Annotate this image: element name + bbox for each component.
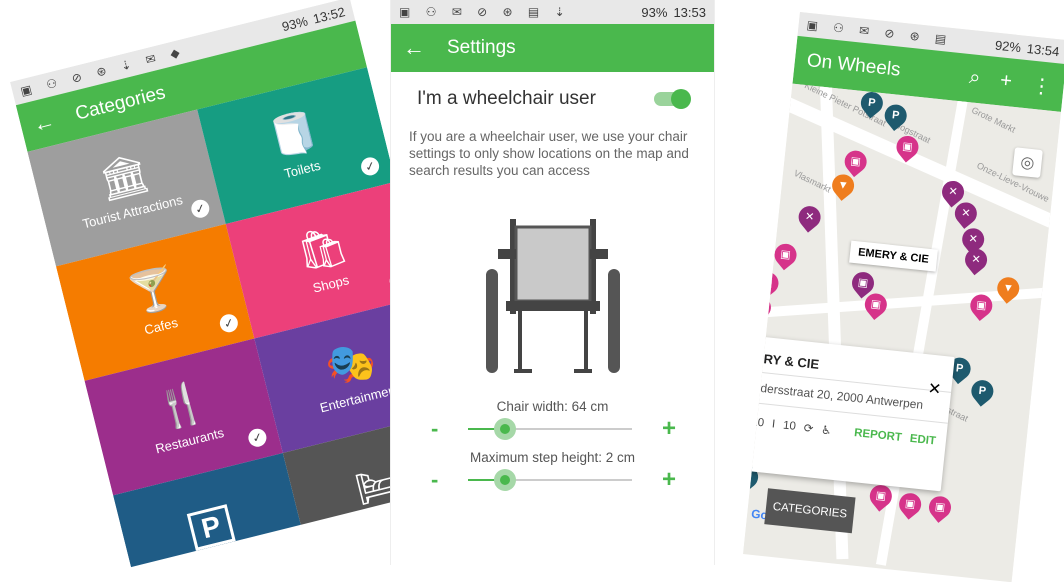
category-icon: 🛍 xyxy=(292,221,353,277)
page-title: Settings xyxy=(447,37,516,58)
place-callout[interactable]: EMERY & CIE xyxy=(849,240,938,272)
my-location-icon[interactable]: ◎ xyxy=(1012,147,1043,178)
search-icon[interactable]: ⌕ xyxy=(968,66,981,92)
shop-pin[interactable]: ▣ xyxy=(744,291,776,323)
check-icon: ✓ xyxy=(359,155,382,178)
check-icon: ✓ xyxy=(246,426,269,449)
map-screen: ▣ ⚇ ✉ ⊘ ⊛ ▤ 92% 13:54 On Wheels ⌕ + ⋮ Ho… xyxy=(743,12,1064,582)
wheelchair-icon xyxy=(485,219,620,373)
add-icon[interactable]: + xyxy=(999,69,1013,95)
map-view[interactable]: Hoogstraat Vlasmarkt Grote Markt Onze-Li… xyxy=(743,83,1061,580)
shop-pin[interactable]: ▣ xyxy=(860,289,892,321)
status-time: 13:54 xyxy=(1026,40,1061,59)
category-label: Shops xyxy=(311,271,351,296)
overflow-menu-icon[interactable]: ⋮ xyxy=(1030,72,1053,99)
turning-space-icon: ⟳ xyxy=(803,422,814,436)
step-height-value: 10 xyxy=(782,419,797,433)
chair-width-slider[interactable] xyxy=(468,418,632,440)
wheelchair-illustration xyxy=(391,209,714,389)
restaurant-pin[interactable]: ✕ xyxy=(960,244,992,276)
status-time: 13:53 xyxy=(673,4,706,20)
check-icon: ✓ xyxy=(217,312,240,335)
shop-pin[interactable]: ▣ xyxy=(770,239,802,271)
category-icon: 🍸 xyxy=(122,263,182,319)
street-label: Grote Markt xyxy=(970,104,1018,135)
step-height-decrease-button[interactable]: - xyxy=(431,467,438,493)
battery-level: 93% xyxy=(280,12,310,34)
shop-pin[interactable]: ▣ xyxy=(752,267,783,299)
step-height-slider[interactable] xyxy=(468,469,632,491)
step-height-slider-row: - + xyxy=(391,465,714,495)
chair-width-increase-button[interactable]: + xyxy=(662,415,676,443)
check-icon: ✓ xyxy=(189,197,212,220)
wheelchair-user-toggle[interactable] xyxy=(654,89,691,109)
category-icon: P xyxy=(186,504,236,551)
category-label: Cafes xyxy=(142,314,180,338)
restaurant-pin[interactable]: ✕ xyxy=(950,197,982,229)
wheelchair-description: If you are a wheelchair user, we use you… xyxy=(409,129,689,178)
chair-width-decrease-button[interactable]: - xyxy=(431,416,438,442)
place-card[interactable]: EMERY & CIE ✕ Reyndersstraat 20, 2000 An… xyxy=(743,333,955,492)
parking-pin[interactable]: P xyxy=(966,375,998,407)
status-time: 13:52 xyxy=(311,3,347,27)
edit-button[interactable]: EDIT xyxy=(909,433,936,448)
shop-pin[interactable]: ▣ xyxy=(840,146,872,178)
category-icon: 🎭 xyxy=(321,336,381,391)
shop-pin[interactable]: ▣ xyxy=(924,491,956,523)
restaurant-pin[interactable]: ✕ xyxy=(794,201,826,233)
step-height-increase-button[interactable]: + xyxy=(662,466,676,494)
accessible-toilet-icon: ♿ xyxy=(820,424,833,438)
slider-thumb[interactable] xyxy=(494,418,517,440)
back-arrow-icon[interactable]: ← xyxy=(403,35,425,61)
chair-width-label: Chair width: 64 cm xyxy=(496,399,609,414)
step-height-icon: I xyxy=(771,418,776,431)
slider-thumb[interactable] xyxy=(494,469,517,491)
chair-width-slider-row: - + xyxy=(391,414,714,444)
close-icon[interactable]: ✕ xyxy=(927,378,942,399)
category-label: Toilets xyxy=(282,157,322,181)
app-bar: ← Settings xyxy=(391,24,714,72)
status-icons: ▣ ⚇ ✉ ⊘ ⊛ ▤ ⇣ xyxy=(399,5,571,19)
category-icon: 🏛 xyxy=(93,149,154,205)
wheelchair-user-label: I'm a wheelchair user xyxy=(417,88,596,109)
step-height-label: Maximum step height: 2 cm xyxy=(469,450,636,465)
shop-pin[interactable]: ▣ xyxy=(894,488,926,520)
door-width-value: 210 xyxy=(744,415,765,430)
page-title: On Wheels xyxy=(805,50,902,81)
battery-level: 93% xyxy=(641,4,668,20)
wheelchair-user-row: I'm a wheelchair user xyxy=(391,72,714,120)
battery-level: 92% xyxy=(994,37,1022,55)
status-bar: ▣ ⚇ ✉ ⊘ ⊛ ▤ ⇣ 93% 13:53 xyxy=(391,0,714,24)
back-arrow-icon[interactable]: ← xyxy=(30,108,58,139)
report-button[interactable]: REPORT xyxy=(854,427,903,444)
category-icon: 🧻 xyxy=(264,107,324,162)
category-icon: 🍴 xyxy=(151,378,211,434)
settings-screen: ▣ ⚇ ✉ ⊘ ⊛ ▤ ⇣ 93% 13:53 ← Settings I'm a… xyxy=(390,0,715,565)
shop-pin[interactable]: ▣ xyxy=(965,290,997,322)
category-label: Tourist Attractions xyxy=(80,191,184,231)
